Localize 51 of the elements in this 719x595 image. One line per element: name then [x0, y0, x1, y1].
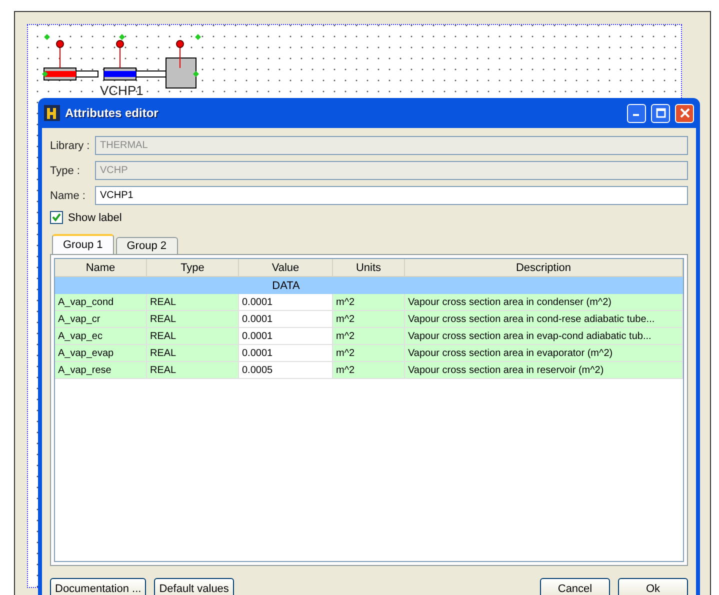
- component-label: VCHP1: [100, 83, 144, 98]
- column-header: Description: [405, 259, 683, 277]
- table-cell: m^2: [333, 362, 405, 379]
- column-header: Name: [55, 259, 147, 277]
- window-title: Attributes editor: [65, 106, 160, 120]
- table-cell: Vapour cross section area in reservoir (m^2): [405, 362, 683, 379]
- table-cell: m^2: [333, 328, 405, 345]
- table-cell: Vapour cross section area in evap-cond adiabatic tub...: [405, 328, 683, 345]
- tab[interactable]: Group 2: [116, 237, 178, 254]
- dialog-button[interactable]: Ok: [618, 578, 688, 595]
- dialog-button[interactable]: Default values: [154, 578, 234, 595]
- value-cell[interactable]: 0.0001: [239, 345, 333, 362]
- table-cell: A_vap_ec: [55, 328, 147, 345]
- table-cell: Vapour cross section area in evaporator (m^2): [405, 345, 683, 362]
- tab[interactable]: Group 1: [52, 234, 114, 254]
- value-cell[interactable]: 0.0005: [239, 362, 333, 379]
- value-cell[interactable]: 0.0001: [239, 311, 333, 328]
- table-cell: m^2: [333, 345, 405, 362]
- minimize-button[interactable]: [627, 104, 646, 122]
- table-cell: A_vap_cr: [55, 311, 147, 328]
- table-cell: A_vap_cond: [55, 294, 147, 311]
- dialog-button[interactable]: Documentation ...: [50, 578, 146, 595]
- table-cell: REAL: [147, 328, 239, 345]
- close-button[interactable]: [675, 104, 694, 122]
- checkbox[interactable]: [50, 211, 63, 224]
- column-header: Value: [239, 259, 333, 277]
- table-cell: A_vap_evap: [55, 345, 147, 362]
- table-cell: REAL: [147, 294, 239, 311]
- column-header: Units: [333, 259, 405, 277]
- table-cell: REAL: [147, 362, 239, 379]
- dialog-button[interactable]: Cancel: [540, 578, 610, 595]
- app-icon: [44, 105, 60, 121]
- table-cell: A_vap_rese: [55, 362, 147, 379]
- value-cell[interactable]: 0.0001: [239, 294, 333, 311]
- table-cell: REAL: [147, 311, 239, 328]
- table-cell: REAL: [147, 345, 239, 362]
- table-cell: Vapour cross section area in cond-rese adiabatic tube...: [405, 311, 683, 328]
- value-cell[interactable]: 0.0001: [239, 328, 333, 345]
- text-field[interactable]: VCHP1: [95, 186, 688, 205]
- table-cell: Vapour cross section area in condenser (m^2): [405, 294, 683, 311]
- checkbox-label: Show label: [68, 212, 122, 224]
- table-cell: m^2: [333, 294, 405, 311]
- field-label: Library :: [50, 140, 91, 152]
- table-cell: m^2: [333, 311, 405, 328]
- maximize-button[interactable]: [651, 104, 670, 122]
- column-header: Type: [147, 259, 239, 277]
- close-icon: [680, 108, 690, 118]
- field-label: Type :: [50, 164, 81, 176]
- field-label: Name :: [50, 190, 86, 202]
- group-label: DATA: [271, 278, 301, 294]
- maximize-icon: [656, 108, 666, 118]
